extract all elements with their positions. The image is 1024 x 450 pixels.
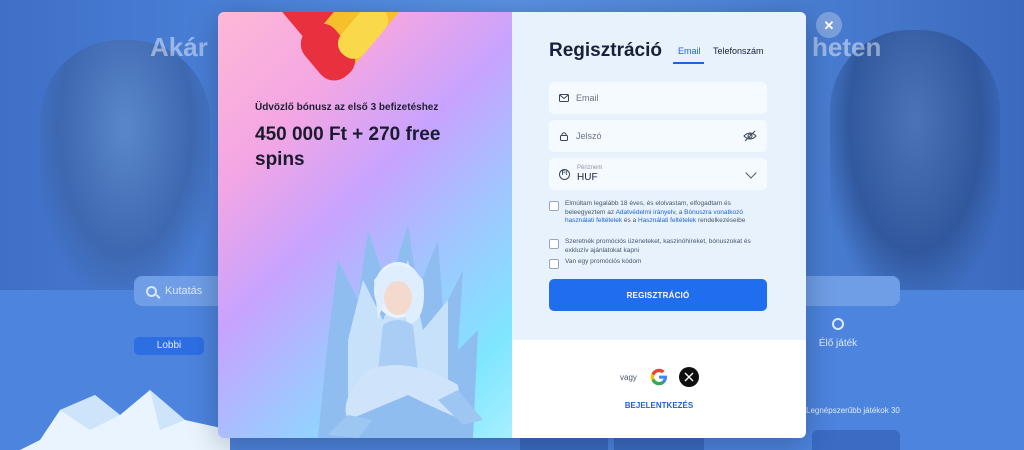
tab-email-underline bbox=[673, 62, 704, 64]
or-label: vagy bbox=[620, 372, 637, 382]
terms-text-part3: és a bbox=[622, 217, 638, 224]
background-category-right-label: Élő játék bbox=[818, 338, 858, 349]
email-input[interactable] bbox=[576, 93, 757, 103]
close-icon: ✕ bbox=[823, 17, 835, 33]
password-input[interactable] bbox=[576, 131, 757, 141]
marketing-consent-text: Szeretnék promóciós üzeneteket, kaszinóh… bbox=[565, 238, 751, 254]
tab-email[interactable]: Email bbox=[678, 46, 701, 56]
search-icon bbox=[146, 285, 157, 297]
social-login-row: vagy bbox=[620, 367, 699, 387]
hero-figure-left bbox=[40, 40, 210, 290]
marketing-checkbox[interactable] bbox=[549, 239, 559, 249]
password-field bbox=[549, 120, 767, 152]
google-icon bbox=[650, 368, 667, 386]
currency-icon: Ft bbox=[559, 168, 570, 180]
registration-form-panel: Regisztráció Email Telefonszám Ft bbox=[512, 12, 806, 438]
hero-title-left: Akár bbox=[150, 32, 208, 62]
ice-queen-illustration bbox=[318, 225, 483, 438]
background-category-active: Lobbi bbox=[134, 337, 204, 355]
tab-phone[interactable]: Telefonszám bbox=[713, 46, 764, 56]
ice-decoration bbox=[20, 390, 230, 450]
promo-title: 450 000 Ft + 270 free spins bbox=[255, 124, 441, 170]
login-link[interactable]: BEJELENTKEZÉS bbox=[512, 401, 806, 410]
currency-text: Pénznem HUF bbox=[577, 165, 602, 183]
promo-subtitle: Üdvözlő bónusz az első 3 befizetéshez bbox=[255, 102, 439, 113]
google-login-button[interactable] bbox=[649, 367, 669, 387]
promo-panel: Üdvözlő bónusz az első 3 befizetéshez 45… bbox=[218, 12, 512, 438]
background-category-right: Élő játék bbox=[808, 318, 868, 356]
terms-consent-text: Elmúltam legalább 18 éves, és elolvastam… bbox=[565, 200, 769, 226]
terms-consent-row: Elmúltam legalább 18 éves, és elolvastam… bbox=[549, 200, 769, 226]
envelope-icon bbox=[559, 94, 569, 102]
currency-value: HUF bbox=[577, 172, 598, 183]
hero-figure-right bbox=[830, 30, 1000, 290]
promo-code-row: Van egy promóciós kódom bbox=[549, 258, 769, 269]
x-login-button[interactable] bbox=[678, 367, 699, 387]
terms-text-part2: , a bbox=[675, 208, 685, 216]
chevron-down-icon bbox=[745, 167, 757, 179]
registration-modal: Üdvözlő bónusz az első 3 befizetéshez 45… bbox=[218, 12, 806, 438]
x-icon bbox=[684, 372, 694, 382]
terms-of-use-link[interactable]: Használati feltételek bbox=[638, 217, 696, 224]
background-search-placeholder: Kutatás bbox=[165, 285, 203, 297]
background-section-title: Legnépszerűbb játékok 30 bbox=[806, 406, 900, 415]
brand-logo-icon bbox=[273, 12, 402, 81]
currency-select[interactable]: Ft Pénznem HUF bbox=[549, 158, 767, 190]
form-title: Regisztráció bbox=[549, 40, 662, 61]
promo-code-text: Van egy promóciós kódom bbox=[565, 258, 642, 265]
email-field bbox=[549, 82, 767, 114]
terms-text-part4: rendelkezéseibe bbox=[696, 217, 746, 224]
terms-checkbox[interactable] bbox=[549, 201, 559, 211]
promo-code-checkbox[interactable] bbox=[549, 259, 559, 269]
marketing-consent-row: Szeretnék promóciós üzeneteket, kaszinóh… bbox=[549, 238, 769, 255]
register-button[interactable]: REGISZTRÁCIÓ bbox=[549, 279, 767, 311]
privacy-policy-link[interactable]: Adatvédelmi irányelv bbox=[616, 209, 676, 216]
lock-icon bbox=[560, 132, 568, 141]
close-button[interactable]: ✕ bbox=[816, 12, 842, 38]
currency-label: Pénznem bbox=[577, 165, 603, 171]
category-icon bbox=[832, 318, 844, 330]
eye-off-icon[interactable] bbox=[743, 130, 757, 142]
background-game-tile bbox=[812, 430, 900, 450]
